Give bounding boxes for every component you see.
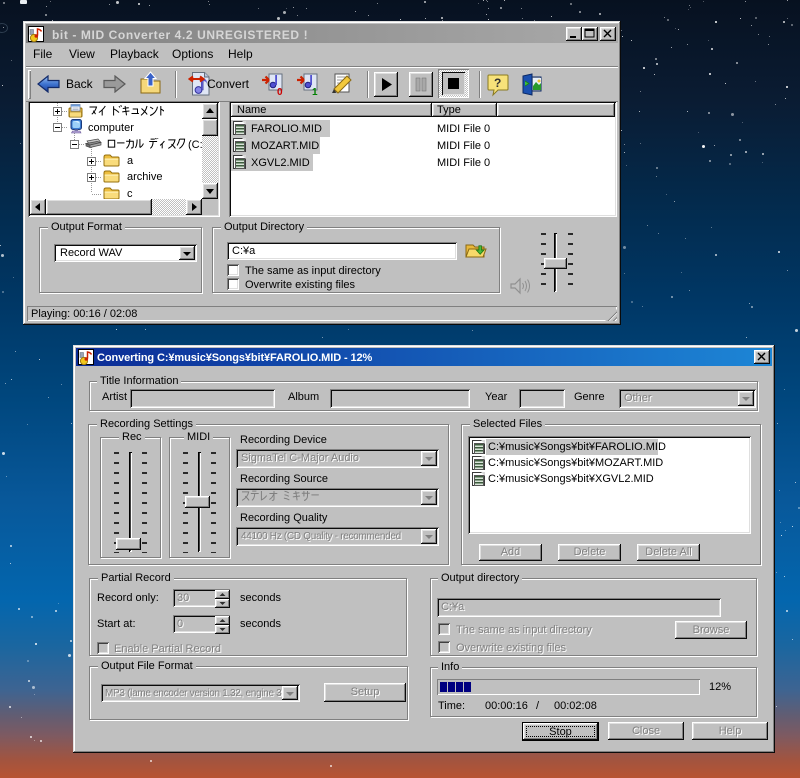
- svg-text:?: ?: [494, 76, 501, 90]
- svg-text:0: 0: [277, 87, 283, 96]
- svg-text:1: 1: [312, 87, 318, 96]
